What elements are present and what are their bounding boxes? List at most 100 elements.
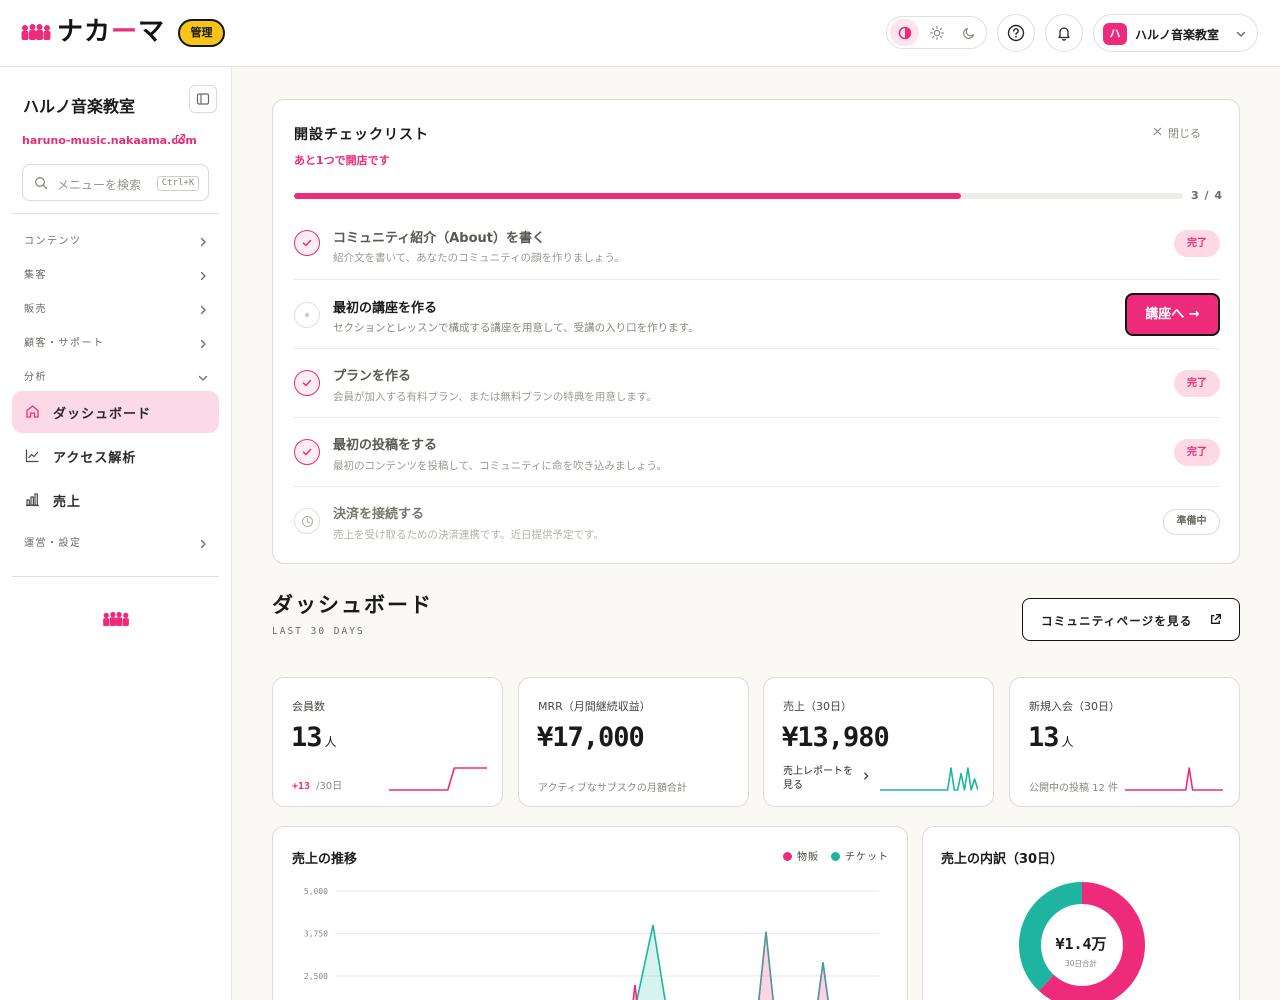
sales-breakdown-donut xyxy=(1019,882,1145,1000)
theme-toggle xyxy=(886,16,987,49)
kpi-card-new-members: 新規入会（30日） 13 人 公開中の投稿 12 件 xyxy=(1009,677,1240,807)
donut-center-value: ¥1.4万 xyxy=(1055,935,1107,953)
task-title: プランを作る xyxy=(333,369,412,384)
sparkline-path xyxy=(880,767,978,791)
kpi-value: ¥17,000 xyxy=(537,722,645,753)
external-link-icon[interactable] xyxy=(174,133,186,145)
search-icon xyxy=(35,177,48,190)
sun-icon xyxy=(929,25,944,40)
sales-trend-card: 売上の推移 物販 チケット 5,000 3,750 2,500 xyxy=(272,826,908,1000)
home-icon xyxy=(26,405,39,418)
task-done-indicator xyxy=(294,230,320,256)
checklist-title: 開設チェックリスト xyxy=(294,127,429,143)
sidebar-section-operations-settings[interactable]: 運営・設定 xyxy=(24,534,209,554)
goods-area xyxy=(758,931,774,1000)
view-community-page-button[interactable]: コミュニティページを見る xyxy=(1022,598,1240,641)
menu-search-input[interactable]: メニューを検索 Ctrl+K xyxy=(22,164,209,201)
task-title: コミュニティ紹介（About）を書く xyxy=(333,231,545,246)
chevron-right-icon xyxy=(200,539,206,549)
sidebar-item-label: 売上 xyxy=(53,495,82,510)
notifications-button[interactable] xyxy=(1045,14,1083,52)
donut-center-caption: 30日合計 xyxy=(1064,959,1098,968)
kpi-label: 売上（30日） xyxy=(783,700,852,713)
check-icon xyxy=(302,239,312,247)
task-description: 最初のコンテンツを投稿して、コミュニティに命を吹き込みましょう。 xyxy=(333,460,667,472)
top-header: ナカーマ 管理 ハ ハルノ音楽教室 xyxy=(0,0,1280,67)
chevron-right-icon xyxy=(200,339,206,349)
checklist-task-first-course[interactable]: 最初の講座を作る セクションとレッスンで構成する講座を用意して、受講の入り口を作… xyxy=(294,279,1220,348)
task-description: 売上を受け取るための決済連携です。近日提供予定です。 xyxy=(333,529,604,541)
sidebar-item-access-analytics[interactable]: アクセス解析 xyxy=(12,435,219,477)
task-title: 最初の講座を作る xyxy=(333,301,438,316)
goods-area xyxy=(817,962,829,1000)
chevron-right-icon xyxy=(200,237,206,247)
app-logo[interactable]: ナカーマ xyxy=(57,15,165,49)
sidebar-title: ハルノ音楽教室 xyxy=(23,97,136,116)
checklist-task-plan[interactable]: プランを作る 会員が加入する有料プラン、または無料プランの特典を用意します。 完… xyxy=(294,348,1220,417)
dark-theme-button[interactable] xyxy=(954,19,983,46)
checklist-task-first-post[interactable]: 最初の投稿をする 最初のコンテンツを投稿して、コミュニティに命を吹き込みましょう… xyxy=(294,417,1220,486)
y-tick-label: 2,500 xyxy=(304,972,328,981)
kpi-value: ¥13,980 xyxy=(782,722,890,753)
contrast-theme-button[interactable] xyxy=(890,19,919,46)
sidebar-section-analytics[interactable]: 分析 xyxy=(24,368,209,388)
sidebar-item-label: アクセス解析 xyxy=(53,451,137,466)
kpi-label: MRR（月間継続収益） xyxy=(538,700,651,713)
check-icon xyxy=(302,379,312,387)
light-theme-button[interactable] xyxy=(922,19,951,46)
sidebar: ハルノ音楽教室 haruno-music.nakaama.com メニューを検索… xyxy=(0,67,232,1000)
bar-chart-icon xyxy=(26,493,39,507)
task-title: 最初の投稿をする xyxy=(333,438,438,453)
sparkline-path xyxy=(389,767,487,791)
y-tick-label: 5,000 xyxy=(304,887,328,896)
community-logo-icon xyxy=(21,24,51,40)
check-icon xyxy=(302,448,312,456)
search-shortcut-hint: Ctrl+K xyxy=(157,176,199,191)
account-menu-button[interactable]: ハ ハルノ音楽教室 xyxy=(1093,14,1258,52)
sidebar-toggle-icon xyxy=(196,93,210,105)
checklist-progress-bar xyxy=(294,193,1183,199)
sidebar-item-sales[interactable]: 売上 xyxy=(12,479,219,521)
community-url-link[interactable]: haruno-music.nakaama.com xyxy=(22,134,197,147)
line-chart-icon xyxy=(25,449,39,463)
help-icon xyxy=(1007,24,1025,42)
status-badge: 完了 xyxy=(1174,439,1220,466)
dot-icon xyxy=(304,312,310,318)
sales-sparkline xyxy=(880,767,978,791)
sidebar-section-contents[interactable]: コンテンツ xyxy=(24,232,209,252)
task-pending-indicator xyxy=(294,302,320,328)
close-checklist-button[interactable]: 閉じる xyxy=(1168,125,1201,141)
task-description: 会員が加入する有料プラン、または無料プランの特典を用意します。 xyxy=(333,391,657,403)
close-icon[interactable] xyxy=(1153,127,1162,136)
search-placeholder: メニューを検索 xyxy=(57,178,142,192)
page-title: ダッシュボード xyxy=(272,593,433,617)
help-button[interactable] xyxy=(997,14,1035,52)
kpi-footnote: 公開中の投稿 12 件 xyxy=(1029,783,1119,794)
kpi-footnote: アクティブなサブスクの月額合計 xyxy=(538,783,687,794)
community-logo-icon xyxy=(103,611,129,627)
sidebar-item-dashboard[interactable]: ダッシュボード xyxy=(12,391,219,433)
avatar: ハ xyxy=(1103,23,1127,45)
kpi-card-sales: 売上（30日） ¥13,980 売上レポートを見る xyxy=(763,677,994,807)
collapse-sidebar-button[interactable] xyxy=(189,85,217,113)
go-to-course-button[interactable]: 講座へ → xyxy=(1125,293,1220,336)
sidebar-section-acquisition[interactable]: 集客 xyxy=(24,266,209,286)
sidebar-item-label: ダッシュボード xyxy=(53,407,152,422)
bell-icon xyxy=(1058,27,1070,41)
checklist-task-about[interactable]: コミュニティ紹介（About）を書く 紹介文を書いて、あなたのコミュニティの顔を… xyxy=(294,213,1220,282)
checklist-task-payments: 決済を接続する 売上を受け取るための決済連携です。近日提供予定です。 準備中 xyxy=(294,486,1220,555)
checklist-progress-fill xyxy=(294,193,961,199)
moon-icon xyxy=(962,27,974,39)
kpi-value: 13 人 xyxy=(1028,722,1074,753)
kpi-footnote: +13/30日 xyxy=(292,781,343,792)
kpi-card-members: 会員数 13 人 +13/30日 xyxy=(272,677,503,807)
contrast-icon xyxy=(898,26,911,39)
chevron-right-icon[interactable] xyxy=(861,771,871,781)
task-done-indicator xyxy=(294,439,320,465)
task-upcoming-indicator xyxy=(294,508,320,534)
status-badge: 準備中 xyxy=(1163,509,1220,535)
chevron-down-icon xyxy=(1236,31,1246,37)
sidebar-section-sales[interactable]: 販売 xyxy=(24,300,209,320)
sales-report-link[interactable]: 売上レポートを見る xyxy=(783,765,861,793)
sidebar-section-customer-support[interactable]: 顧客・サポート xyxy=(24,334,209,354)
